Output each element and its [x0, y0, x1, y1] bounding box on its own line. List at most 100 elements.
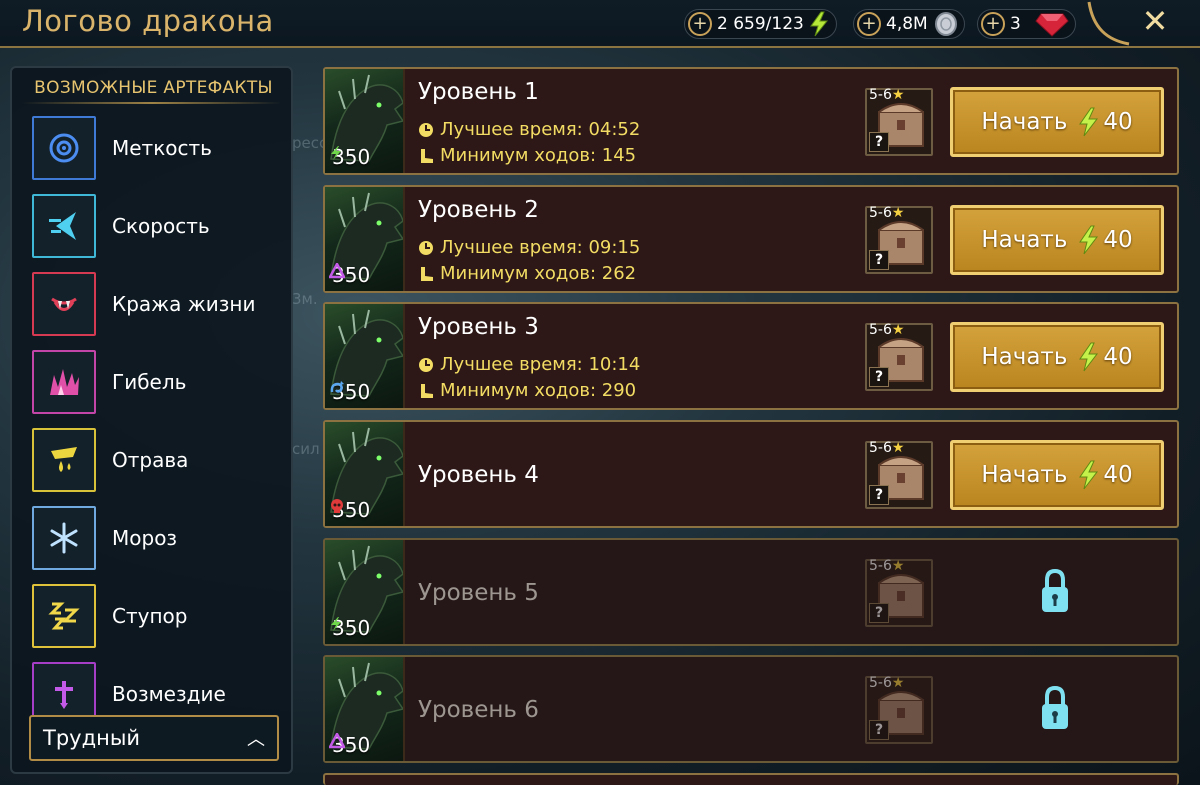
level-title: Уровень 2	[418, 197, 539, 223]
start-label: Начать	[981, 227, 1068, 253]
map-bg-text: сил	[292, 440, 320, 458]
star-icon: ★	[891, 675, 905, 691]
reward-chest[interactable]: 5-6 ★ ?	[865, 440, 933, 509]
min-turns: Минимум ходов: 290	[440, 380, 637, 401]
artifacts-panel-title: ВОЗМОЖНЫЕ АРТЕФАКТЫ	[34, 78, 273, 98]
energy-cost: 40	[1103, 227, 1133, 253]
reward-chest[interactable]: 5-6 ★ ?	[865, 87, 933, 156]
magic-triangle-icon	[329, 733, 345, 749]
stun-zzz-icon	[32, 584, 96, 648]
lock-icon	[1042, 685, 1068, 729]
add-energy-button[interactable]: +	[688, 12, 712, 36]
artifact-label: Ступор	[112, 604, 188, 628]
energy-bolt-icon	[1079, 225, 1099, 255]
force-bolt-icon	[331, 617, 341, 631]
level-row-3: 350 Уровень 3 Лучшее время: 10:14 Миниму…	[323, 302, 1179, 410]
level-title: Уровень 1	[418, 79, 539, 105]
artifact-set-accuracy[interactable]: Меткость	[32, 116, 292, 180]
level-row-4: 350 Уровень 4 5-6 ★ ? Начать 40	[323, 420, 1179, 528]
ruby-gem-icon	[1035, 13, 1069, 37]
best-time: Лучшее время: 10:14	[440, 354, 641, 375]
dragon-portrait: 350	[325, 657, 405, 761]
destroy-icon	[32, 350, 96, 414]
artifact-set-destroy[interactable]: Гибель	[32, 350, 292, 414]
close-button[interactable]: ✕	[1138, 4, 1172, 38]
level-row-1: 350 Уровень 1 Лучшее время: 04:52 Миниму…	[323, 67, 1179, 175]
level-title: Уровень 4	[418, 462, 539, 488]
start-button[interactable]: Начать 40	[950, 440, 1164, 510]
title-divider	[22, 102, 282, 104]
accuracy-target-icon	[32, 116, 96, 180]
reward-chest[interactable]: 5-6 ★ ?	[865, 205, 933, 274]
reward-chest[interactable]: 5-6 ★ ?	[865, 558, 933, 627]
top-bar: Логово дракона + 2 659/123 + 4,8M + 3 ✕	[0, 0, 1200, 48]
start-label: Начать	[981, 109, 1068, 135]
add-gem-button[interactable]: +	[981, 12, 1005, 36]
artifact-set-lifesteal[interactable]: Кража жизни	[32, 272, 292, 336]
energy-cost: 40	[1103, 344, 1133, 370]
boot-icon	[421, 148, 433, 163]
level-row-7-partial	[323, 773, 1179, 785]
start-button[interactable]: Начать 40	[950, 205, 1164, 275]
best-time: Лучшее время: 09:15	[440, 237, 641, 258]
energy-resource[interactable]: + 2 659/123	[684, 9, 837, 39]
start-button[interactable]: Начать 40	[950, 87, 1164, 157]
map-bg-text: ресс	[292, 134, 328, 152]
chest-rank: 5-6	[869, 87, 892, 103]
artifact-label: Отрава	[112, 448, 189, 472]
start-button[interactable]: Начать 40	[950, 322, 1164, 392]
clock-icon	[419, 122, 433, 137]
artifact-label: Гибель	[112, 370, 187, 394]
chest-rank: 5-6	[869, 440, 892, 456]
energy-value: 2 659/123	[717, 14, 804, 34]
chest-unknown: ?	[869, 603, 889, 623]
dragon-portrait: 350	[325, 422, 405, 526]
artifact-set-speed[interactable]: Скорость	[32, 194, 292, 258]
energy-cost: 40	[1103, 109, 1133, 135]
gem-value: 3	[1010, 14, 1021, 34]
start-label: Начать	[981, 462, 1068, 488]
dragon-portrait: 350	[325, 69, 405, 173]
silver-coin-icon	[934, 12, 957, 36]
energy-bolt-icon	[809, 11, 828, 37]
start-label: Начать	[981, 344, 1068, 370]
artifact-label: Меткость	[112, 136, 212, 160]
artifact-set-poison[interactable]: Отрава	[32, 428, 292, 492]
page-title: Логово дракона	[22, 4, 274, 38]
speed-icon	[32, 194, 96, 258]
artifact-set-stun[interactable]: Ступор	[32, 584, 292, 648]
silver-resource[interactable]: + 4,8M	[853, 9, 965, 39]
chest-unknown: ?	[869, 367, 889, 387]
force-bolt-icon	[331, 146, 341, 160]
energy-cost: 40	[1103, 462, 1133, 488]
reward-chest[interactable]: 5-6 ★ ?	[865, 675, 933, 744]
artifact-set-frost[interactable]: Мороз	[32, 506, 292, 570]
star-icon: ★	[891, 558, 905, 574]
spirit-swirl-icon	[330, 381, 344, 393]
dragon-portrait: 350	[325, 540, 405, 644]
artifact-label: Скорость	[112, 214, 210, 238]
artifact-label: Возмездие	[112, 682, 226, 706]
star-icon: ★	[891, 440, 905, 456]
boot-icon	[421, 383, 433, 398]
level-row-6: 350 Уровень 6 5-6 ★ ?	[323, 655, 1179, 763]
gem-resource[interactable]: + 3	[977, 9, 1076, 39]
energy-bolt-icon	[1079, 107, 1099, 137]
difficulty-select[interactable]: Трудный ︿	[29, 715, 279, 761]
best-time: Лучшее время: 04:52	[440, 119, 641, 140]
clock-icon	[419, 240, 433, 255]
chest-rank: 5-6	[869, 675, 892, 691]
frost-snowflake-icon	[32, 506, 96, 570]
corner-ornament-icon	[1087, 1, 1130, 46]
min-turns: Минимум ходов: 262	[440, 263, 637, 284]
artifact-label: Мороз	[112, 526, 178, 550]
star-icon: ★	[891, 87, 905, 103]
dragon-portrait: 350	[325, 187, 405, 291]
reward-chest[interactable]: 5-6 ★ ?	[865, 322, 933, 391]
silver-value: 4,8M	[886, 14, 928, 34]
void-skull-icon	[331, 499, 343, 513]
add-silver-button[interactable]: +	[857, 12, 881, 36]
boot-icon	[421, 266, 433, 281]
chest-unknown: ?	[869, 250, 889, 270]
lock-icon	[1042, 568, 1068, 612]
